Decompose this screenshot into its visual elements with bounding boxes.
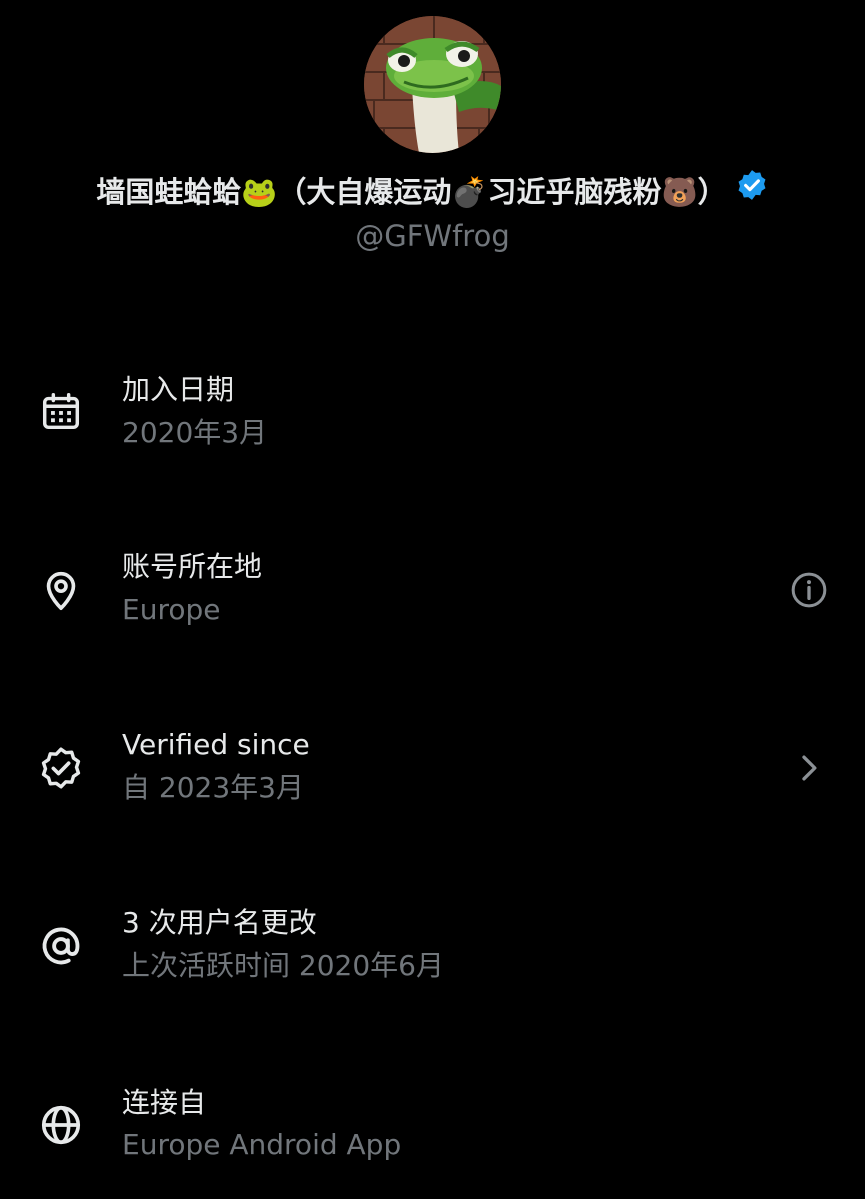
- row-title: 加入日期: [122, 373, 235, 406]
- globe-icon: [38, 1102, 84, 1148]
- row-title: 连接自: [122, 1086, 207, 1119]
- row-title: 3 次用户名更改: [122, 906, 317, 939]
- frog-avatar-image: [364, 16, 501, 153]
- row-subtitle: Europe: [122, 593, 221, 626]
- row-subtitle: 上次活跃时间 2020年6月: [122, 949, 444, 982]
- row-subtitle: 2020年3月: [122, 416, 268, 449]
- row-title: 账号所在地: [122, 550, 263, 583]
- row-account-location: 账号所在地 Europe: [0, 540, 865, 650]
- info-icon[interactable]: [789, 570, 829, 610]
- profile-display-name-row: 墙国蛙蛤蛤🐸（大自爆运动💣习近乎脑残粉🐻）: [0, 170, 865, 217]
- verified-badge-icon[interactable]: [735, 168, 769, 214]
- chevron-right-icon[interactable]: [789, 748, 829, 788]
- profile-avatar[interactable]: [364, 16, 501, 153]
- profile-handle: @GFWfrog: [355, 219, 510, 253]
- row-username-changes: 3 次用户名更改 上次活跃时间 2020年6月: [0, 896, 865, 1006]
- calendar-icon: [38, 389, 84, 435]
- display-name: 墙国蛙蛤蛤🐸（大自爆运动💣习近乎脑残粉🐻）: [96, 175, 727, 209]
- row-subtitle: Europe Android App: [122, 1128, 402, 1161]
- row-title: Verified since: [122, 728, 310, 761]
- row-subtitle: 自 2023年3月: [122, 771, 304, 804]
- row-verified-since[interactable]: Verified since 自 2023年3月: [0, 718, 865, 828]
- row-connected-via: 连接自 Europe Android App: [0, 1076, 865, 1186]
- location-pin-icon: [38, 567, 84, 613]
- row-join-date: 加入日期 2020年3月: [0, 363, 865, 473]
- at-sign-icon: [38, 923, 84, 969]
- verified-badge-icon: [38, 745, 84, 791]
